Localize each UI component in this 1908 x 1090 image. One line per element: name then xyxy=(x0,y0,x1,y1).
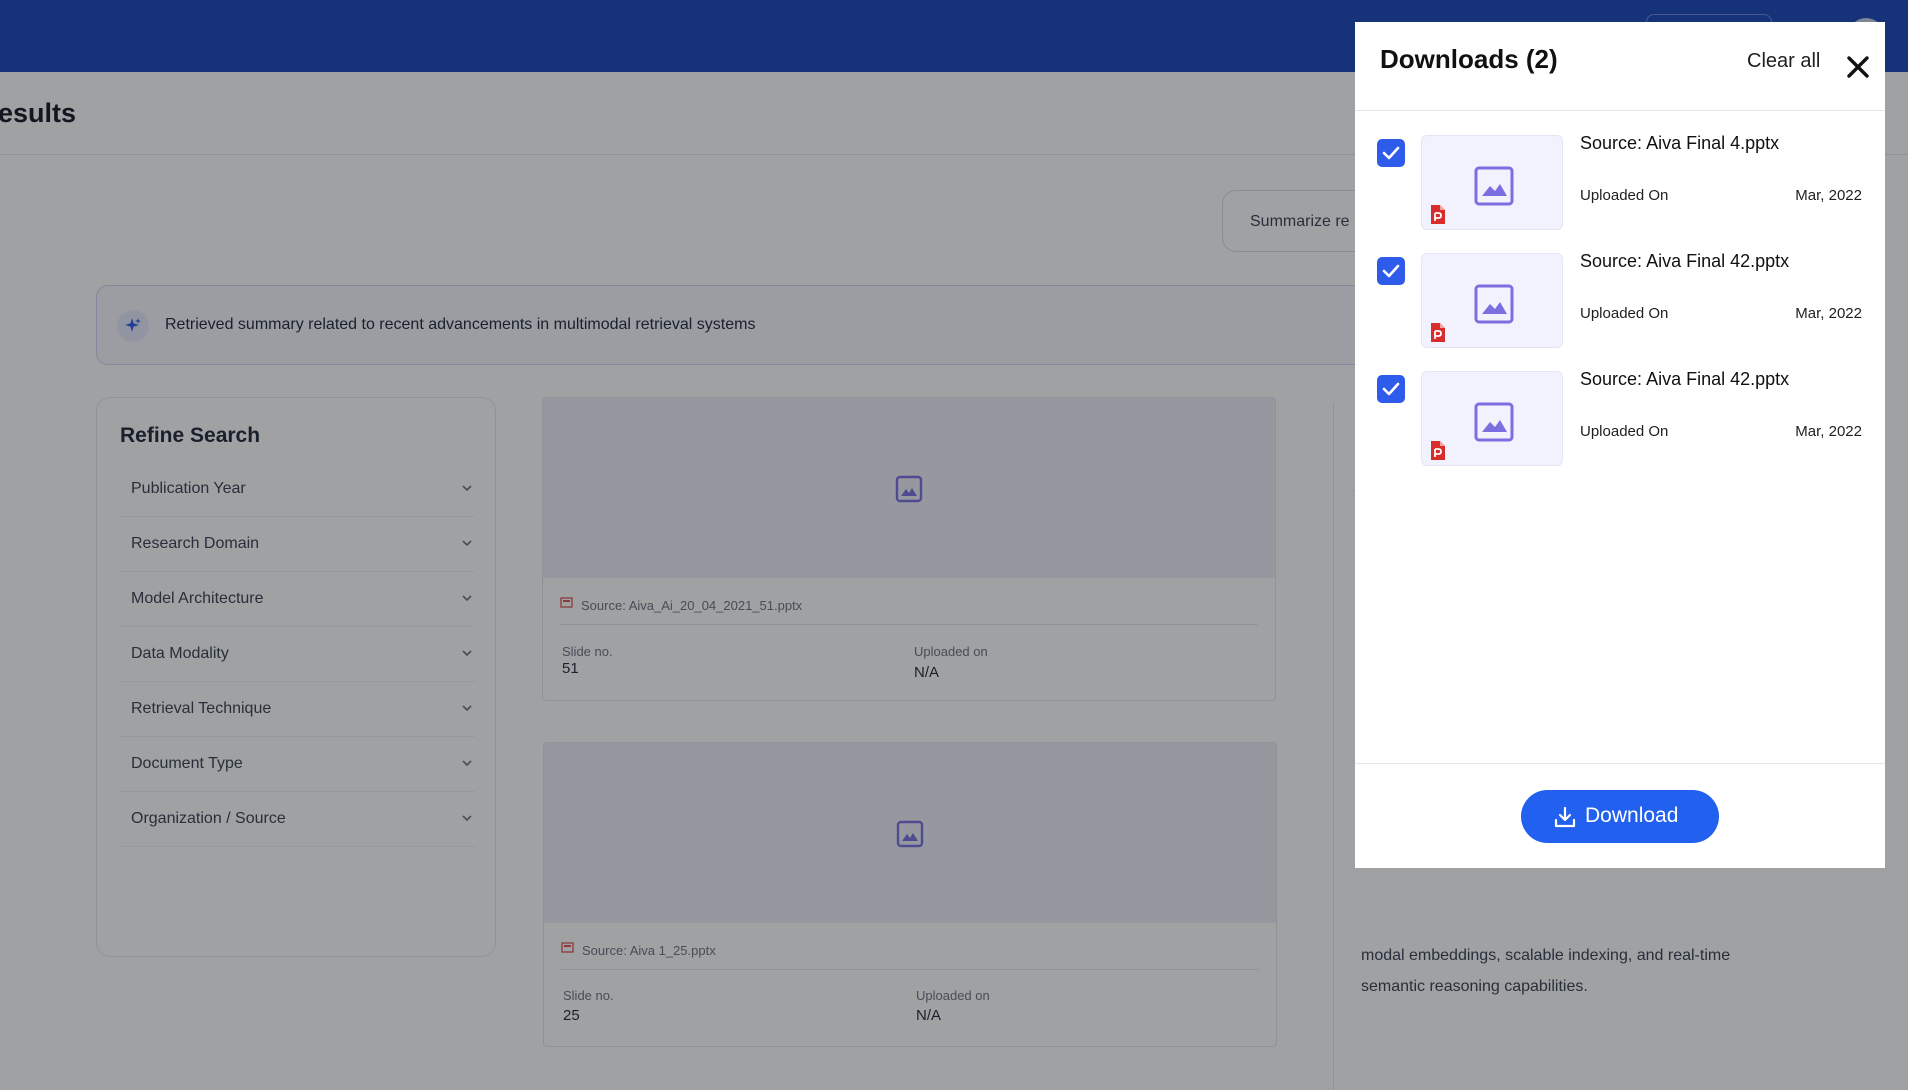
uploaded-on-label: Uploaded On xyxy=(1580,305,1669,322)
ppt-file-icon xyxy=(1431,323,1445,342)
download-button[interactable]: Download xyxy=(1521,790,1719,843)
ppt-file-icon xyxy=(1431,205,1445,224)
ppt-file-icon xyxy=(1431,441,1445,460)
check-icon xyxy=(1382,264,1400,278)
download-item: Source: Aiva Final 4.pptx Uploaded On Ma… xyxy=(1355,133,1885,231)
downloads-title: Downloads (2) xyxy=(1380,44,1558,74)
uploaded-on-value: Mar, 2022 xyxy=(1795,305,1862,322)
image-icon xyxy=(1474,284,1514,324)
item-checkbox[interactable] xyxy=(1377,139,1405,167)
close-icon xyxy=(1847,56,1869,78)
file-source: Source: Aiva Final 42.pptx xyxy=(1580,369,1789,390)
source-prefix: Source: xyxy=(1580,251,1643,271)
uploaded-on-label: Uploaded On xyxy=(1580,423,1669,440)
divider xyxy=(1355,110,1885,111)
check-icon xyxy=(1382,146,1400,160)
check-icon xyxy=(1382,382,1400,396)
download-item: Source: Aiva Final 42.pptx Uploaded On M… xyxy=(1355,251,1885,349)
item-checkbox[interactable] xyxy=(1377,257,1405,285)
file-name: Aiva Final 42.pptx xyxy=(1646,251,1790,271)
source-prefix: Source: xyxy=(1580,369,1643,389)
image-icon xyxy=(1474,166,1514,206)
downloads-panel: Downloads (2) Clear all Source: Aiva Fin… xyxy=(1355,22,1885,868)
file-thumbnail[interactable] xyxy=(1421,135,1563,230)
uploaded-on-value: Mar, 2022 xyxy=(1795,423,1862,440)
uploaded-on-label: Uploaded On xyxy=(1580,187,1669,204)
file-name: Aiva Final 42.pptx xyxy=(1646,369,1790,389)
source-prefix: Source: xyxy=(1580,133,1643,153)
file-name: Aiva Final 4.pptx xyxy=(1646,133,1780,153)
image-icon xyxy=(1474,402,1514,442)
uploaded-on-value: Mar, 2022 xyxy=(1795,187,1862,204)
file-source: Source: Aiva Final 4.pptx xyxy=(1580,133,1779,154)
file-source: Source: Aiva Final 42.pptx xyxy=(1580,251,1789,272)
item-checkbox[interactable] xyxy=(1377,375,1405,403)
clear-all-button[interactable]: Clear all xyxy=(1747,50,1820,73)
download-item: Source: Aiva Final 42.pptx Uploaded On M… xyxy=(1355,369,1885,467)
close-button[interactable] xyxy=(1843,52,1873,82)
download-icon xyxy=(1554,806,1576,828)
download-button-label: Download xyxy=(1585,804,1679,827)
divider xyxy=(1355,763,1885,764)
file-thumbnail[interactable] xyxy=(1421,253,1563,348)
file-thumbnail[interactable] xyxy=(1421,371,1563,466)
